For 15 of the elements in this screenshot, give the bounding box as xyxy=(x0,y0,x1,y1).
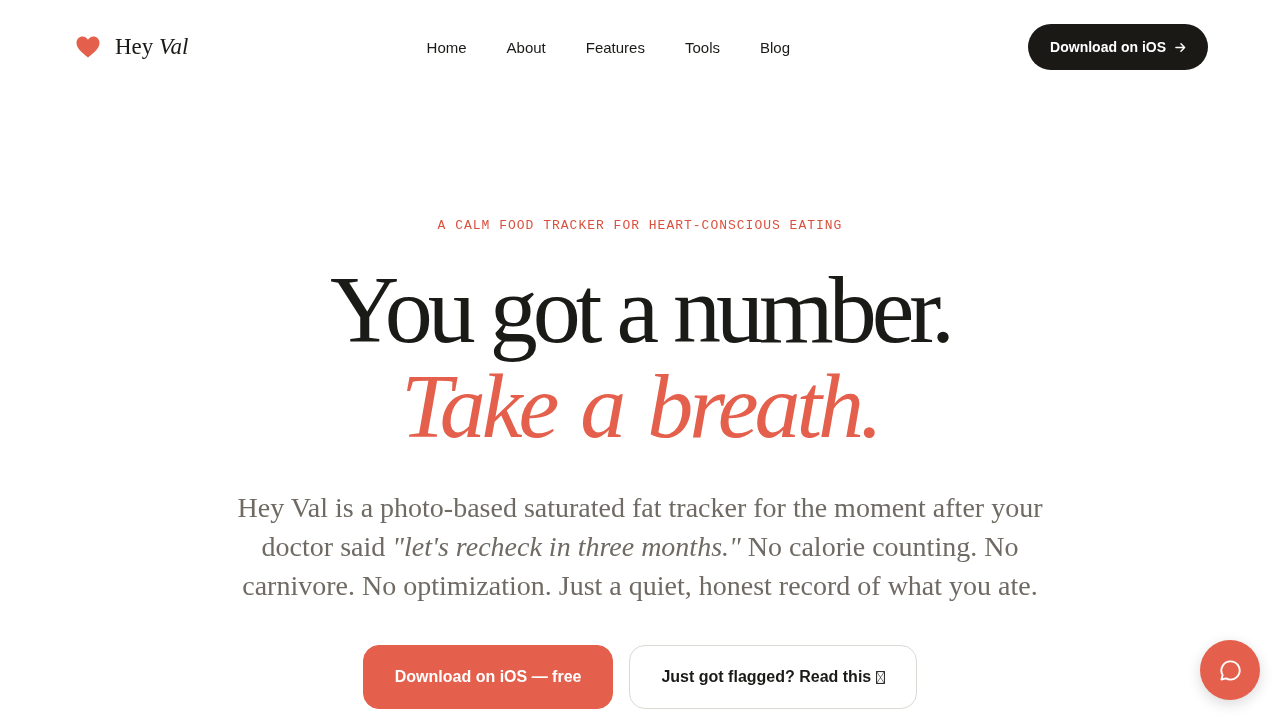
nav-link[interactable]: About xyxy=(506,38,546,56)
heart-icon xyxy=(76,36,100,58)
read-article-button[interactable]: Just got flagged? Read this xyxy=(629,645,918,709)
chat-bubble-icon xyxy=(1218,658,1242,682)
eyebrow-text: A CALM FOOD TRACKER FOR HEART-CONSCIOUS EATING xyxy=(437,218,843,234)
nav-link[interactable]: Home xyxy=(426,38,467,56)
nav-link[interactable]: Features xyxy=(585,38,645,56)
brand-name[interactable]: Hey Val xyxy=(115,34,189,60)
arrow-right-icon xyxy=(1175,41,1186,53)
hero-description: Hey Val is a photo-based saturated fat tracker for the moment after your doctor said "let's recheck in three months." No calorie counting. No carnivore. No optimization. Just a quiet, honest record of what you ate. xyxy=(236,491,1044,603)
nav-link[interactable]: Blog xyxy=(760,38,791,56)
chat-button[interactable] xyxy=(1200,640,1260,700)
download-button[interactable]: Download on iOS xyxy=(1028,24,1208,70)
nav-link[interactable]: Tools xyxy=(684,38,720,56)
box-glyph-icon xyxy=(876,670,886,684)
